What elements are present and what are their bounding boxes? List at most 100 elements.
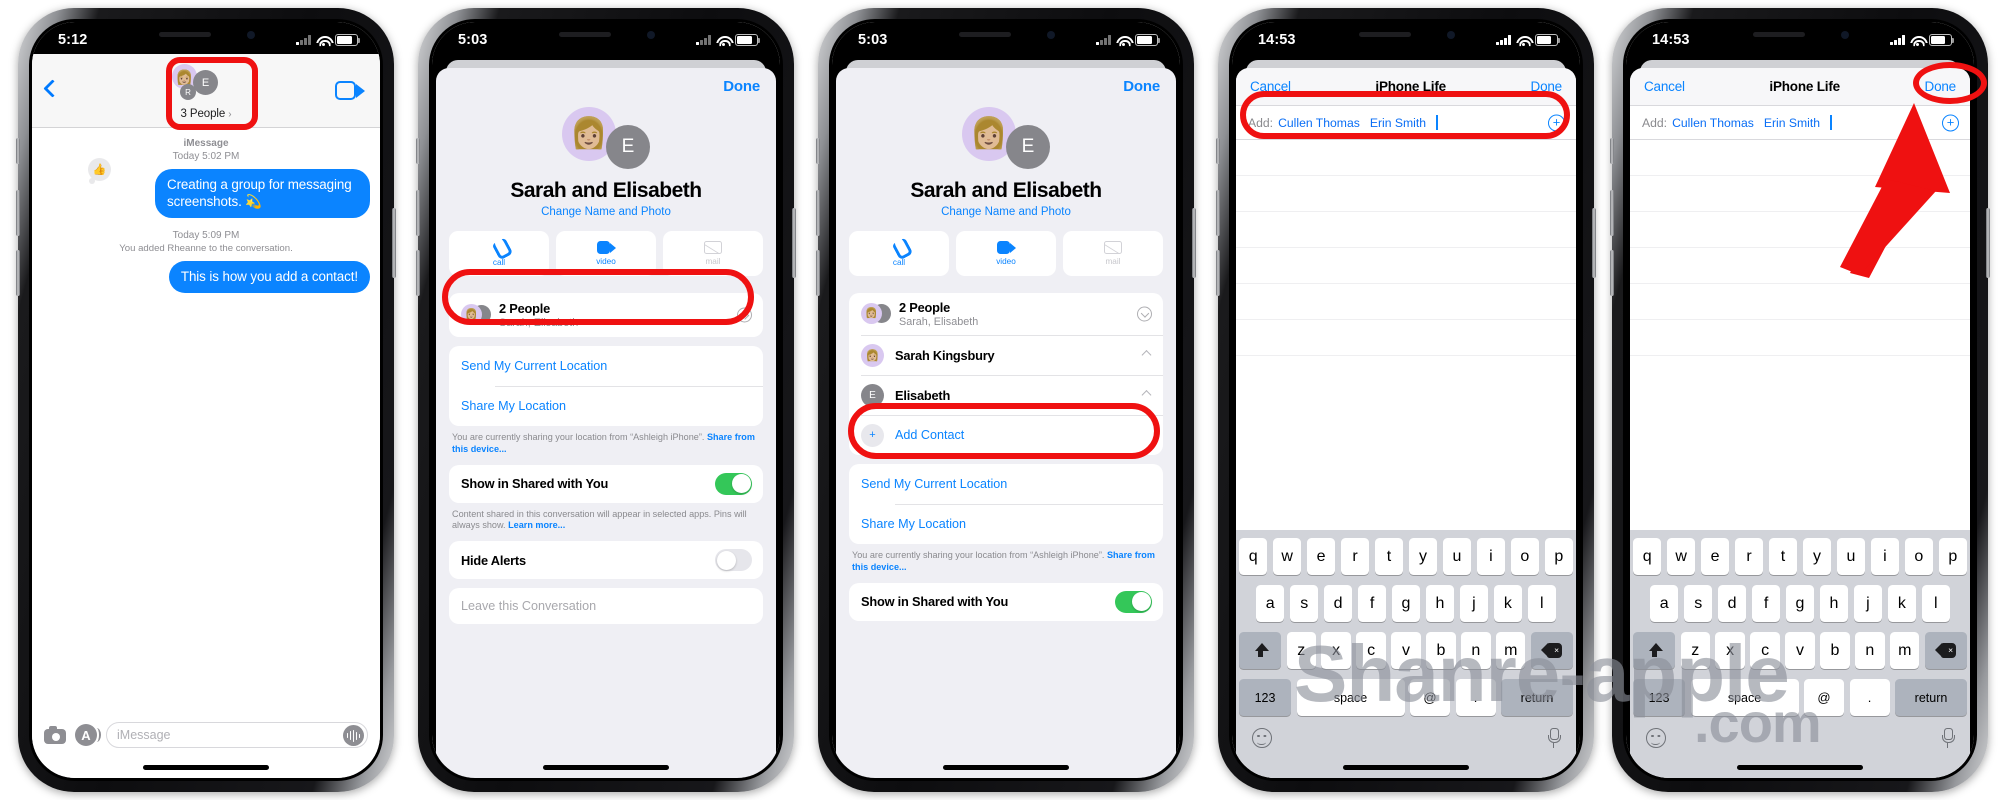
call-button[interactable]: call [849, 231, 949, 276]
numbers-key[interactable]: 123 [1239, 679, 1291, 716]
share-location-row[interactable]: Share My Location [849, 504, 1163, 544]
people-row[interactable]: 👩🏼 2 People Sarah, Elisabeth [449, 293, 763, 337]
imessage-input[interactable]: iMessage [106, 722, 368, 748]
key-c[interactable]: c [1750, 632, 1780, 669]
key-i[interactable]: i [1476, 538, 1506, 575]
add-contact-plus-icon[interactable]: + [1548, 114, 1565, 131]
key-m[interactable]: m [1890, 632, 1920, 669]
key-r[interactable]: r [1340, 538, 1370, 575]
key-c[interactable]: c [1356, 632, 1386, 669]
done-button[interactable]: Done [1925, 79, 1957, 94]
key-b[interactable]: b [1820, 632, 1850, 669]
at-key[interactable]: @ [1410, 679, 1450, 716]
message-bubble-outgoing[interactable]: This is how you add a contact! [168, 260, 370, 293]
key-h[interactable]: h [1819, 585, 1849, 622]
recipient-token[interactable]: Cullen Thomas [1672, 116, 1754, 130]
delete-key[interactable]: × [1924, 632, 1967, 669]
recipient-token[interactable]: Erin Smith [1764, 116, 1820, 130]
key-e[interactable]: e [1700, 538, 1730, 575]
recipient-token[interactable]: Cullen Thomas [1278, 116, 1360, 130]
key-y[interactable]: y [1408, 538, 1438, 575]
share-location-row[interactable]: Share My Location [449, 386, 763, 426]
change-name-photo-link[interactable]: Change Name and Photo [436, 206, 776, 218]
group-header[interactable]: 👩🏼 E R 3 People › [146, 64, 266, 120]
facetime-video-icon[interactable] [335, 81, 365, 100]
key-a[interactable]: a [1650, 585, 1679, 622]
numbers-key[interactable]: 123 [1633, 679, 1685, 716]
member-row[interactable]: 👩🏼 Sarah Kingsbury [849, 335, 1163, 375]
send-location-row[interactable]: Send My Current Location [849, 464, 1163, 504]
key-g[interactable]: g [1785, 585, 1815, 622]
return-key[interactable]: return [1501, 679, 1573, 716]
show-in-shared-row[interactable]: Show in Shared with You [449, 465, 763, 503]
hide-alerts-row[interactable]: Hide Alerts [449, 541, 763, 579]
space-key[interactable]: space [1690, 679, 1799, 716]
suggestions-list[interactable] [1630, 140, 1970, 356]
suggestions-list[interactable] [1236, 140, 1576, 356]
key-l[interactable]: l [1527, 585, 1556, 622]
key-e[interactable]: e [1306, 538, 1336, 575]
key-l[interactable]: l [1921, 585, 1950, 622]
key-u[interactable]: u [1836, 538, 1866, 575]
key-t[interactable]: t [1374, 538, 1404, 575]
emoji-icon[interactable] [1646, 728, 1666, 748]
add-recipients-field[interactable]: Add: Cullen Thomas Erin Smith + [1630, 105, 1970, 140]
on-screen-keyboard[interactable]: q w e r t y u i o p a s d f g h j k l z … [1630, 530, 1970, 778]
member-row[interactable]: E Elisabeth [849, 375, 1163, 415]
key-w[interactable]: w [1666, 538, 1696, 575]
people-row[interactable]: 👩🏼 2 People Sarah, Elisabeth [849, 293, 1163, 335]
key-f[interactable]: f [1751, 585, 1781, 622]
message-list[interactable]: iMessage Today 5:02 PM 👍 Creating a grou… [32, 128, 380, 714]
return-key[interactable]: return [1895, 679, 1967, 716]
key-v[interactable]: v [1391, 632, 1421, 669]
key-k[interactable]: k [1887, 585, 1917, 622]
key-q[interactable]: q [1632, 538, 1662, 575]
key-h[interactable]: h [1425, 585, 1455, 622]
on-screen-keyboard[interactable]: q w e r t y u i o p a s d f g h j k l z … [1236, 530, 1576, 778]
send-location-row[interactable]: Send My Current Location [449, 346, 763, 386]
recipient-token[interactable]: Erin Smith [1370, 116, 1426, 130]
key-j[interactable]: j [1459, 585, 1489, 622]
show-in-shared-toggle[interactable] [715, 472, 752, 495]
shift-key[interactable] [1633, 632, 1676, 669]
delete-key[interactable]: × [1530, 632, 1573, 669]
emoji-icon[interactable] [1252, 728, 1272, 748]
done-button[interactable]: Done [436, 68, 776, 95]
key-n[interactable]: n [1855, 632, 1885, 669]
show-in-shared-toggle[interactable] [1115, 590, 1152, 613]
key-b[interactable]: b [1426, 632, 1456, 669]
key-s[interactable]: s [1683, 585, 1713, 622]
key-f[interactable]: f [1357, 585, 1387, 622]
key-z[interactable]: z [1680, 632, 1710, 669]
space-key[interactable]: space [1296, 679, 1405, 716]
key-s[interactable]: s [1289, 585, 1319, 622]
key-k[interactable]: k [1493, 585, 1523, 622]
add-contact-plus-icon[interactable]: + [1942, 114, 1959, 131]
key-w[interactable]: w [1272, 538, 1302, 575]
microphone-icon[interactable] [1547, 728, 1561, 748]
key-p[interactable]: p [1544, 538, 1574, 575]
key-x[interactable]: x [1321, 632, 1351, 669]
key-g[interactable]: g [1391, 585, 1421, 622]
done-button[interactable]: Done [1531, 79, 1563, 94]
key-v[interactable]: v [1785, 632, 1815, 669]
key-n[interactable]: n [1461, 632, 1491, 669]
key-z[interactable]: z [1286, 632, 1316, 669]
video-button[interactable]: video [556, 231, 656, 276]
add-recipients-field[interactable]: Add: Cullen Thomas Erin Smith + [1236, 105, 1576, 140]
key-t[interactable]: t [1768, 538, 1798, 575]
add-contact-row[interactable]: + Add Contact [849, 415, 1163, 455]
learn-more-link[interactable]: Learn more... [508, 520, 565, 530]
hide-alerts-toggle[interactable] [715, 549, 752, 572]
at-key[interactable]: @ [1804, 679, 1844, 716]
call-button[interactable]: call [449, 231, 549, 276]
app-store-icon[interactable]: A [75, 724, 101, 746]
key-d[interactable]: d [1717, 585, 1747, 622]
key-y[interactable]: y [1802, 538, 1832, 575]
key-i[interactable]: i [1870, 538, 1900, 575]
key-o[interactable]: o [1904, 538, 1934, 575]
period-key[interactable]: . [1455, 679, 1496, 716]
back-chevron-icon[interactable] [43, 79, 62, 98]
key-x[interactable]: x [1715, 632, 1745, 669]
key-o[interactable]: o [1510, 538, 1540, 575]
